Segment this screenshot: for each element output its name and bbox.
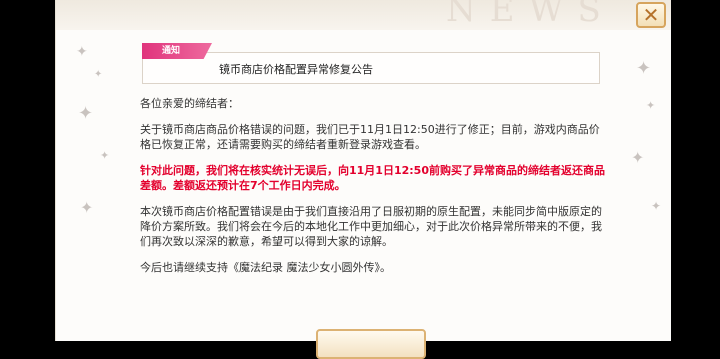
news-watermark: NEWS — [446, 0, 615, 30]
left-letterbox — [0, 0, 55, 341]
sparkle-icon: ✦ — [80, 198, 94, 217]
paragraph-refund: 针对此问题，我们将在核实统计无误后，向11月1日12:50前购买了异常商品的缔结… — [140, 164, 605, 192]
sparkle-icon: ✦ — [646, 99, 656, 112]
sparkle-icon: ✦ — [76, 44, 88, 60]
sparkle-icon: ✦ — [94, 69, 103, 80]
confirm-button[interactable] — [316, 329, 426, 359]
paragraph-fix: 关于镜币商店商品价格错误的问题，我们已于11月1日12:50进行了修正；目前，游… — [140, 123, 600, 151]
sparkle-icon: ✦ — [78, 103, 94, 124]
paragraph-apology: 本次镜币商店价格配置错误是由于我们直接沿用了日服初期的原生配置，未能同步简中版原… — [140, 205, 602, 248]
sparkle-icon: ✦ — [636, 58, 652, 79]
notice-tag: 通知 — [142, 43, 212, 59]
sparkle-icon: ✦ — [651, 199, 662, 213]
notice-title: 镜币商店价格配置异常修复公告 — [219, 63, 373, 76]
paragraph-closing: 今后也请继续支持《魔法纪录 魔法少女小圆外传》。 — [140, 261, 391, 274]
close-x-icon: ✕ — [642, 3, 660, 27]
close-button[interactable]: ✕ — [636, 2, 666, 28]
sparkle-icon: ✦ — [100, 149, 110, 162]
sparkle-icon: ✦ — [631, 148, 645, 167]
right-letterbox — [670, 0, 720, 341]
greeting-text: 各位亲爱的缔结者： — [140, 97, 239, 110]
notice-body: 各位亲爱的缔结者： 关于镜币商店商品价格错误的问题，我们已于11月1日12:50… — [140, 96, 606, 286]
